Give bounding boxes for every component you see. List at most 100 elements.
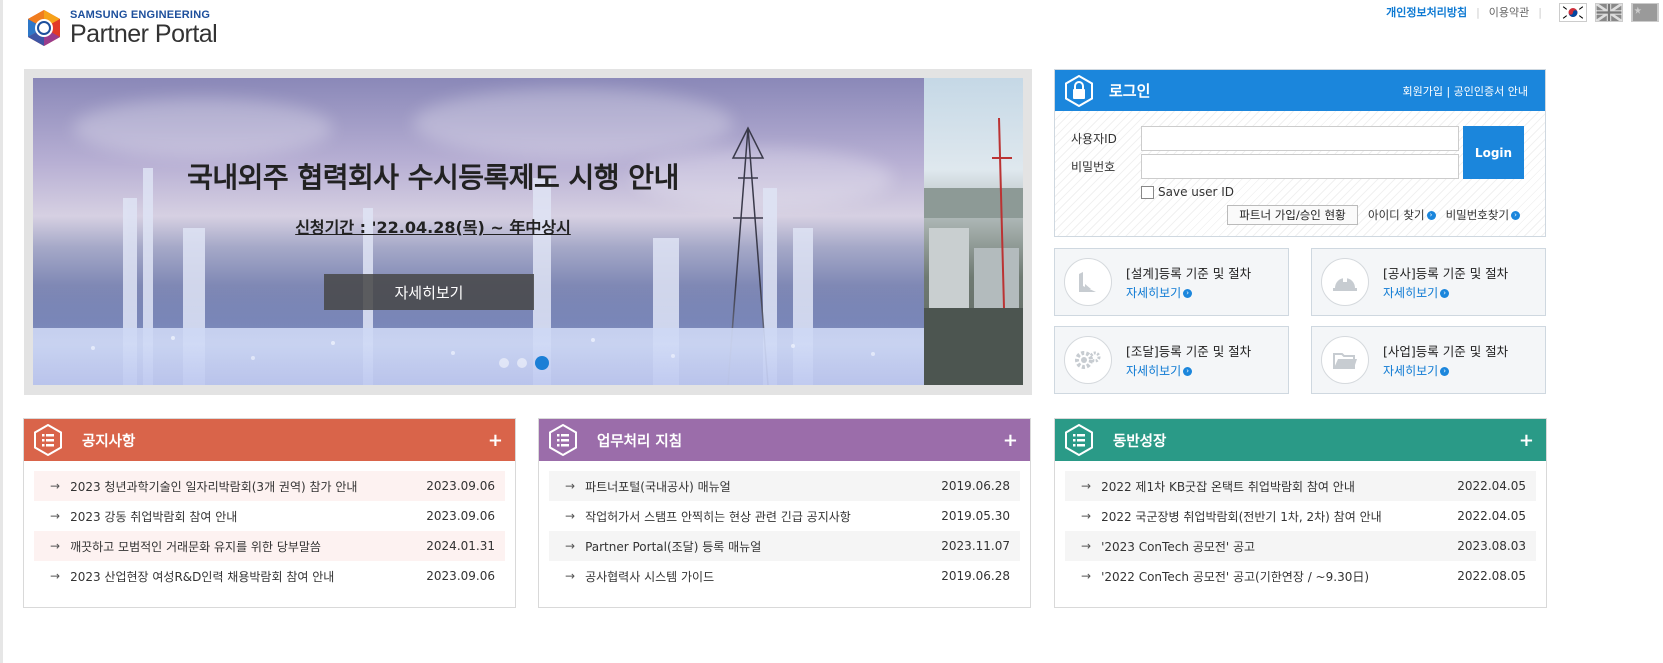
item-date: 2022.08.05	[1457, 569, 1526, 583]
registration-detail-link[interactable]: 자세히보기 ›	[1383, 284, 1508, 301]
list-item[interactable]: → 파트너포털(국내공사) 매뉴얼 2019.06.28	[549, 471, 1020, 501]
signup-cert-links[interactable]: 회원가입 | 공인인증서 안내	[1402, 83, 1528, 99]
registration-business[interactable]: [사업]등록 기준 및 절차 자세히보기 ›	[1311, 326, 1546, 394]
list-icon	[549, 424, 577, 456]
registration-design[interactable]: [설계]등록 기준 및 절차 자세히보기 ›	[1054, 248, 1289, 316]
detail-label: 자세히보기	[1383, 286, 1439, 300]
user-id-input[interactable]	[1141, 126, 1459, 151]
user-id-label: 사용자ID	[1071, 132, 1117, 146]
registration-detail-link[interactable]: 자세히보기 ›	[1126, 362, 1251, 379]
save-user-id[interactable]: Save user ID	[1141, 185, 1234, 199]
item-title: 깨끗하고 모범적인 거래문화 유지를 위한 당부말씀	[70, 539, 321, 554]
registration-title: [조달]등록 기준 및 절차	[1126, 344, 1252, 359]
item-title: 2023 청년과학기술인 일자리박람회(3개 권역) 참가 안내	[70, 479, 358, 494]
board-title: 공지사항	[82, 433, 136, 450]
registration-detail-link[interactable]: 자세히보기 ›	[1126, 284, 1251, 301]
more-plus-icon[interactable]: +	[1519, 430, 1534, 451]
banner-slide[interactable]: 국내외주 협력회사 수시등록제도 시행 안내 신청기간 : '22.04.28(…	[33, 78, 924, 385]
login-title: 로그인	[1109, 82, 1151, 100]
partner-status-button[interactable]: 파트너 가입/승인 현황	[1227, 205, 1358, 225]
carousel-dot[interactable]	[499, 358, 509, 368]
arrow-icon: →	[1081, 569, 1092, 583]
item-title: Partner Portal(조달) 등록 매뉴얼	[585, 539, 762, 554]
arrow-icon: →	[50, 569, 61, 583]
detail-label: 자세히보기	[1126, 286, 1182, 300]
logo[interactable]: SAMSUNG ENGINEERING Partner Portal	[24, 6, 218, 50]
list-item[interactable]: → 2022 국군장병 취업박람회(전반기 1차, 2차) 참여 안내 2022.0…	[1065, 501, 1536, 531]
privacy-policy-link[interactable]: 개인정보처리방침	[1386, 4, 1467, 20]
separator: |	[1538, 5, 1542, 19]
list-item[interactable]: → 공사협력사 시스템 가이드 2019.06.28	[549, 561, 1020, 591]
carousel-dot-active[interactable]	[535, 356, 549, 370]
list-item[interactable]: → 2023 강동 취업박람회 참여 안내 2023.09.06	[34, 501, 505, 531]
helmet-icon	[1321, 258, 1369, 306]
login-header: 로그인 회원가입 | 공인인증서 안내	[1055, 70, 1545, 111]
item-title: 2022 제1차 KB굿잡 온택트 취업박람회 참여 안내	[1101, 479, 1355, 494]
gear-icon	[1064, 336, 1112, 384]
arrow-right-icon: ›	[1440, 367, 1450, 376]
guideline-board: 업무처리 지침 + → 파트너포털(국내공사) 매뉴얼 2019.06.28 → 작업…	[538, 418, 1031, 608]
item-title: '2023 ConTech 공모전' 공고	[1101, 539, 1256, 554]
china-flag-icon[interactable]	[1631, 2, 1659, 22]
arrow-icon: →	[1081, 539, 1092, 553]
utility-nav: 개인정보처리방침 | 이용약관 |	[1386, 2, 1659, 22]
industrial-site-image	[924, 117, 1023, 385]
list-item[interactable]: → '2022 ConTech 공모전' 공고(기한연장 / ~9.30日) 202…	[1065, 561, 1536, 591]
carousel-dot[interactable]	[517, 358, 527, 368]
item-date: 2019.06.28	[941, 569, 1010, 583]
arrow-right-icon: ›	[1440, 289, 1450, 298]
list-item[interactable]: → '2023 ConTech 공모전' 공고 2023.08.03	[1065, 531, 1536, 561]
item-title: 2023 강동 취업박람회 참여 안내	[70, 509, 238, 524]
list-item[interactable]: → 깨끗하고 모범적인 거래문화 유지를 위한 당부말씀 2024.01.31	[34, 531, 505, 561]
login-button[interactable]: Login	[1463, 126, 1524, 179]
korean-flag-icon[interactable]	[1559, 2, 1587, 22]
arrow-icon: →	[1081, 509, 1092, 523]
list-item[interactable]: → 2023 청년과학기술인 일자리박람회(3개 권역) 참가 안내 2023.09…	[34, 471, 505, 501]
find-password-link[interactable]: 비밀번호찾기 ›	[1445, 207, 1521, 223]
registration-detail-link[interactable]: 자세히보기 ›	[1383, 362, 1508, 379]
list-item[interactable]: → Partner Portal(조달) 등록 매뉴얼 2023.11.07	[549, 531, 1020, 561]
item-date: 2019.06.28	[941, 479, 1010, 493]
registration-title: [사업]등록 기준 및 절차	[1383, 344, 1509, 359]
user-id-row: 사용자ID	[1071, 126, 1459, 151]
find-password-label: 비밀번호찾기	[1445, 208, 1510, 222]
banner-next-slide-preview[interactable]	[924, 78, 1023, 385]
more-plus-icon[interactable]: +	[1003, 430, 1018, 451]
save-user-id-checkbox[interactable]	[1141, 185, 1154, 199]
board-header: 업무처리 지침 +	[539, 419, 1030, 461]
banner-carousel: 국내외주 협력회사 수시등록제도 시행 안내 신청기간 : '22.04.28(…	[24, 69, 1032, 395]
board-header: 공지사항 +	[24, 419, 515, 461]
banner-detail-button[interactable]: 자세히보기	[324, 274, 534, 310]
password-row: 비밀번호	[1071, 154, 1459, 179]
drafting-icon	[1064, 258, 1112, 306]
arrow-icon: →	[50, 539, 61, 553]
registration-procurement[interactable]: [조달]등록 기준 및 절차 자세히보기 ›	[1054, 326, 1289, 394]
board-title: 업무처리 지침	[597, 433, 683, 450]
find-id-link[interactable]: 아이디 찾기 ›	[1368, 207, 1436, 223]
terms-link[interactable]: 이용약관	[1489, 4, 1529, 20]
more-plus-icon[interactable]: +	[488, 430, 503, 451]
registration-title: [설계]등록 기준 및 절차	[1126, 266, 1252, 281]
carousel-indicators	[499, 356, 549, 370]
password-input[interactable]	[1141, 154, 1459, 179]
list-item[interactable]: → 2023 산업현장 여성R&D인력 채용박람회 참여 안내 2023.09.06	[34, 561, 505, 591]
find-links: 아이디 찾기 › 비밀번호찾기 ›	[1368, 207, 1521, 223]
save-user-id-label: Save user ID	[1158, 185, 1235, 199]
item-date: 2022.04.05	[1457, 509, 1526, 523]
arrow-icon: →	[565, 509, 576, 523]
item-date: 2023.09.06	[426, 569, 495, 583]
list-icon	[34, 424, 62, 456]
item-date: 2019.05.30	[941, 509, 1010, 523]
find-id-label: 아이디 찾기	[1368, 208, 1425, 222]
arrow-icon: →	[50, 509, 61, 523]
banner-title: 국내외주 협력회사 수시등록제도 시행 안내	[187, 161, 679, 194]
detail-label: 자세히보기	[1126, 364, 1182, 378]
portal-name: Partner Portal	[70, 20, 218, 48]
uk-flag-icon[interactable]	[1595, 2, 1623, 22]
registration-construction[interactable]: [공사]등록 기준 및 절차 자세히보기 ›	[1311, 248, 1546, 316]
list-item[interactable]: → 작업허가서 스탬프 안찍히는 현상 관련 긴급 공지사항 2019.05.30	[549, 501, 1020, 531]
list-item[interactable]: → 2022 제1차 KB굿잡 온택트 취업박람회 참여 안내 2022.04.05	[1065, 471, 1536, 501]
detail-label: 자세히보기	[1383, 364, 1439, 378]
list-icon	[1065, 424, 1093, 456]
growth-board: 동반성장 + → 2022 제1차 KB굿잡 온택트 취업박람회 참여 안내 202…	[1054, 418, 1547, 608]
